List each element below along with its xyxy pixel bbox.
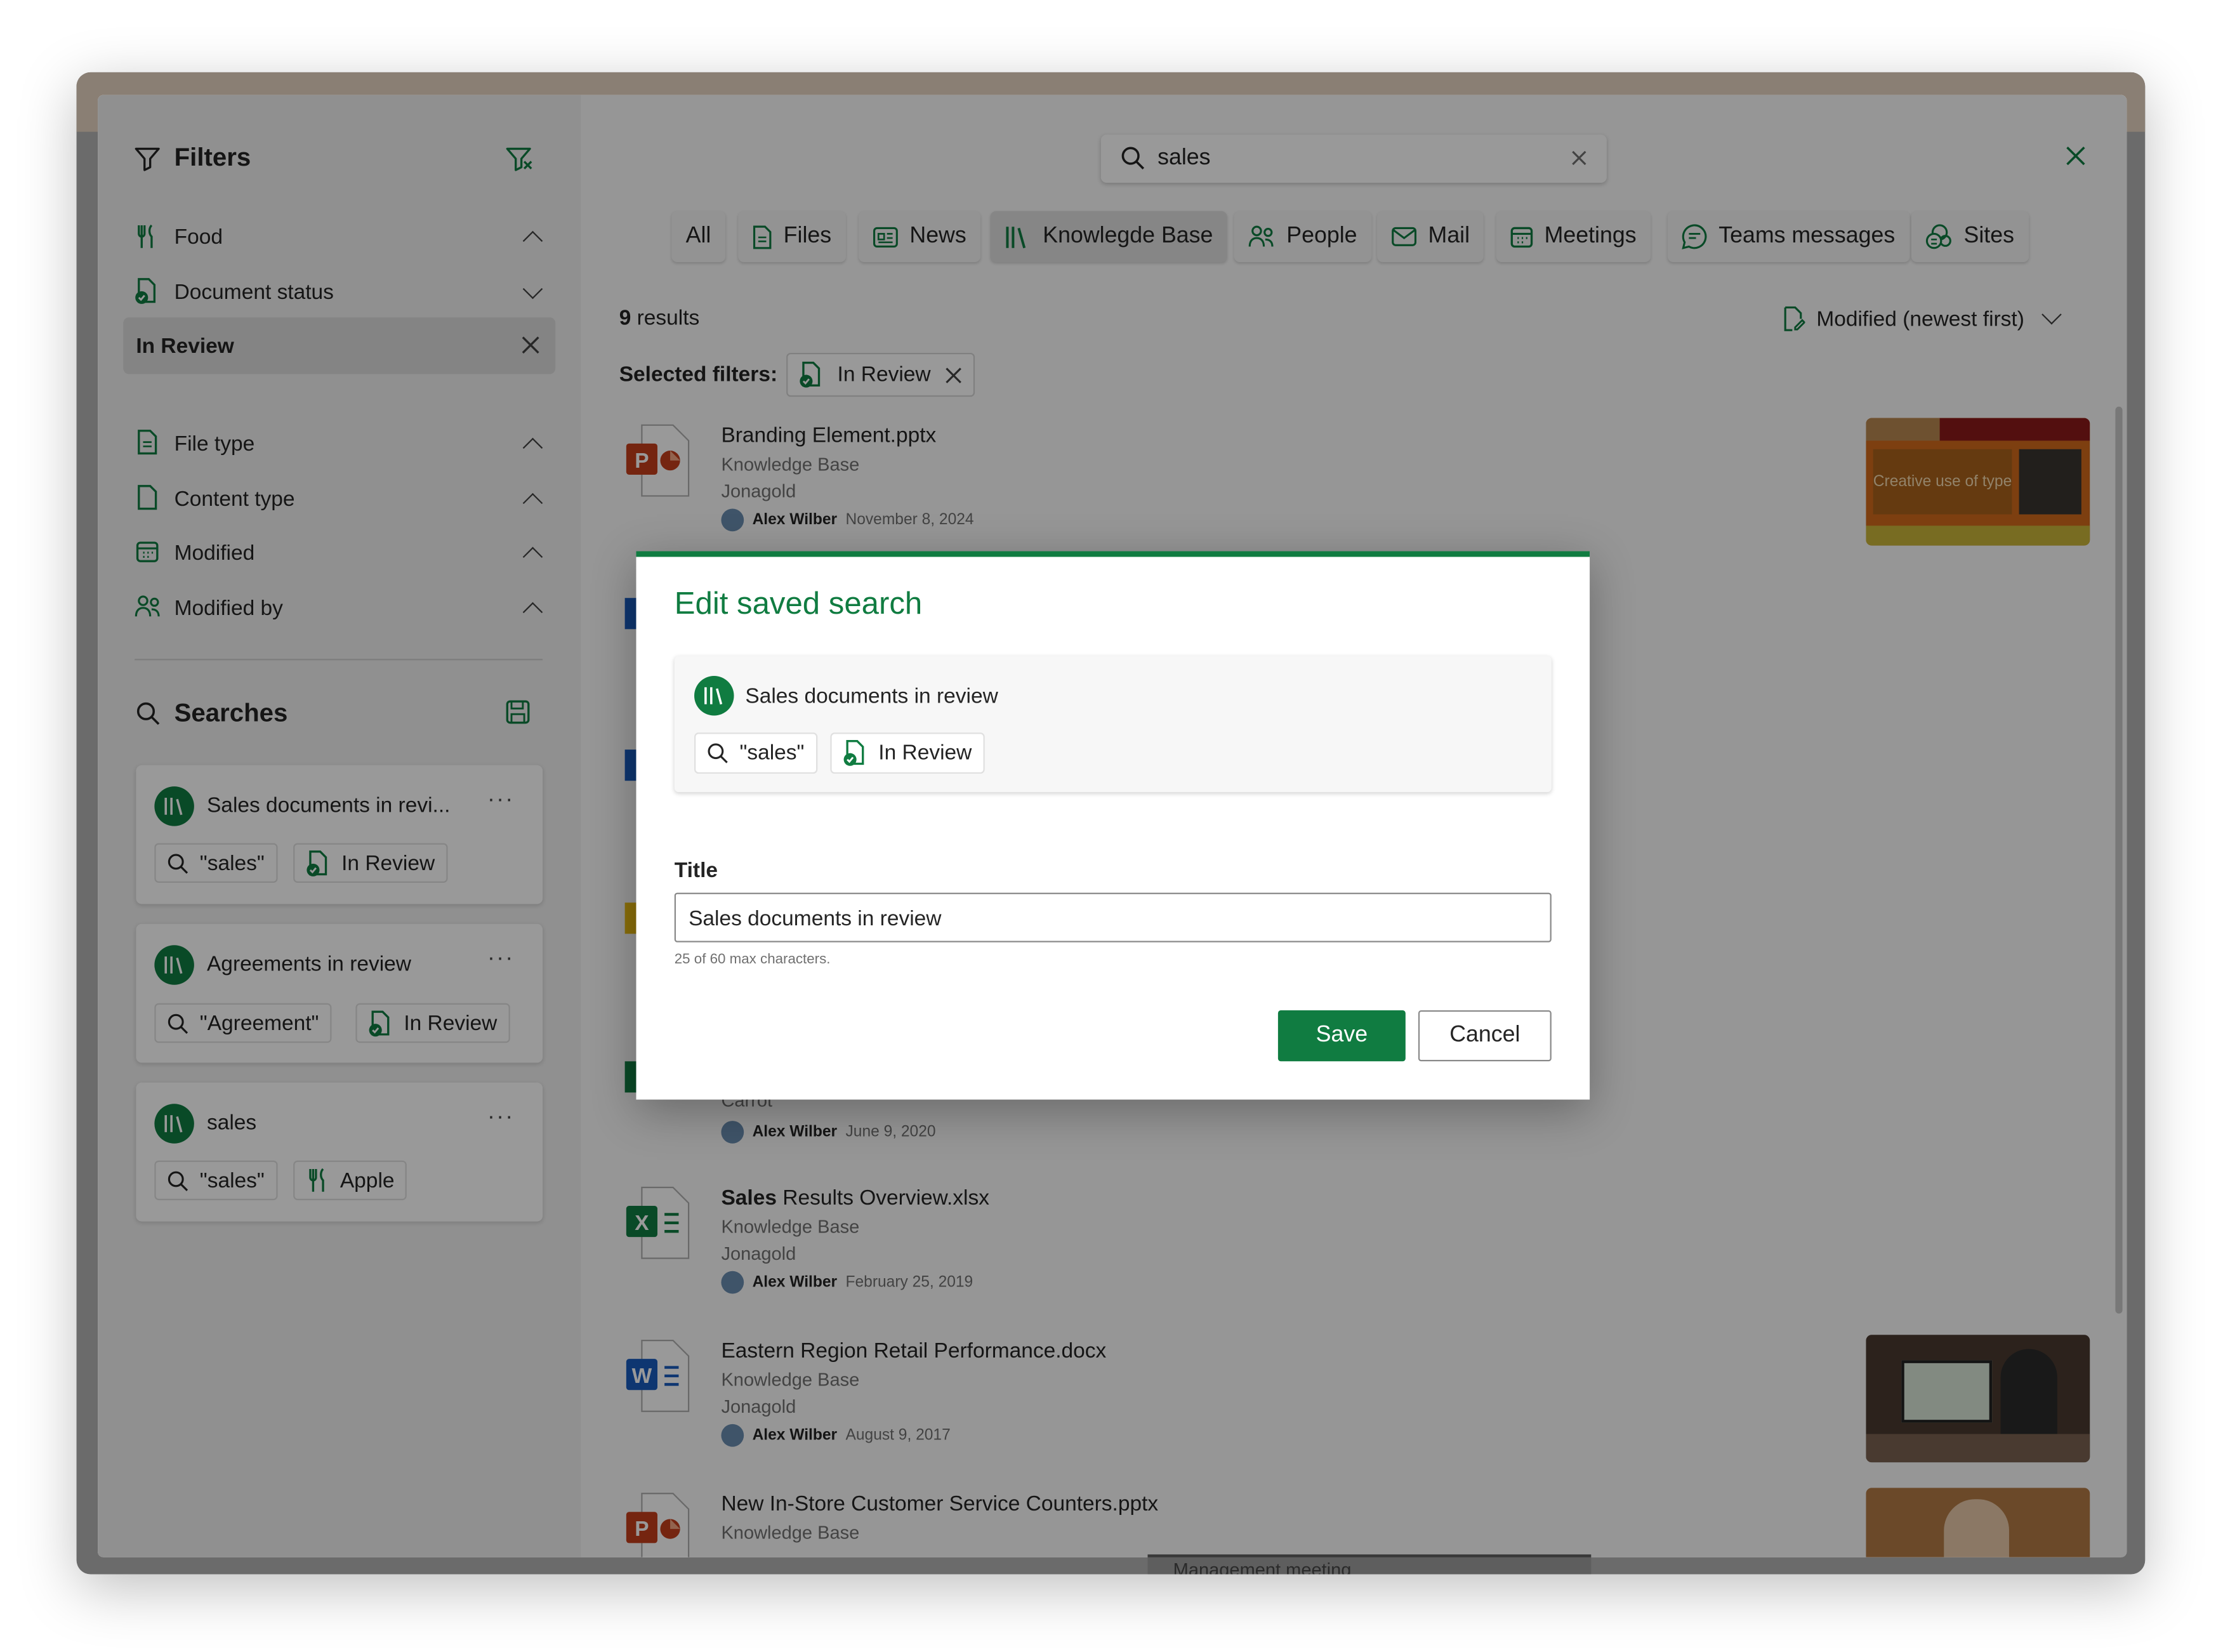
query-chip-text: "sales" xyxy=(739,741,805,765)
document-check-icon xyxy=(843,740,864,766)
search-icon xyxy=(708,743,728,763)
saved-search-preview: Sales documents in review "sales" In Rev… xyxy=(674,656,1552,793)
title-field-label: Title xyxy=(674,859,718,883)
filter-chip: In Review xyxy=(830,732,985,774)
title-input[interactable]: Sales documents in review xyxy=(674,892,1552,942)
save-button[interactable]: Save xyxy=(1277,1010,1406,1062)
filter-chip-text: In Review xyxy=(878,741,972,765)
character-count: 25 of 60 max characters. xyxy=(674,952,831,968)
background-meeting-item: Management meeting xyxy=(1147,1554,1592,1575)
query-chip: "sales" xyxy=(694,732,817,774)
dialog-accent-bar xyxy=(636,551,1590,557)
library-icon xyxy=(694,675,734,716)
background-meeting-text: Management meeting xyxy=(1173,1558,1352,1575)
dialog-title: Edit saved search xyxy=(674,585,923,621)
title-input-value: Sales documents in review xyxy=(689,906,942,931)
cancel-button[interactable]: Cancel xyxy=(1418,1010,1552,1062)
preview-title: Sales documents in review xyxy=(745,684,998,709)
edit-saved-search-dialog: Edit saved search Sales documents in rev… xyxy=(636,551,1590,1100)
